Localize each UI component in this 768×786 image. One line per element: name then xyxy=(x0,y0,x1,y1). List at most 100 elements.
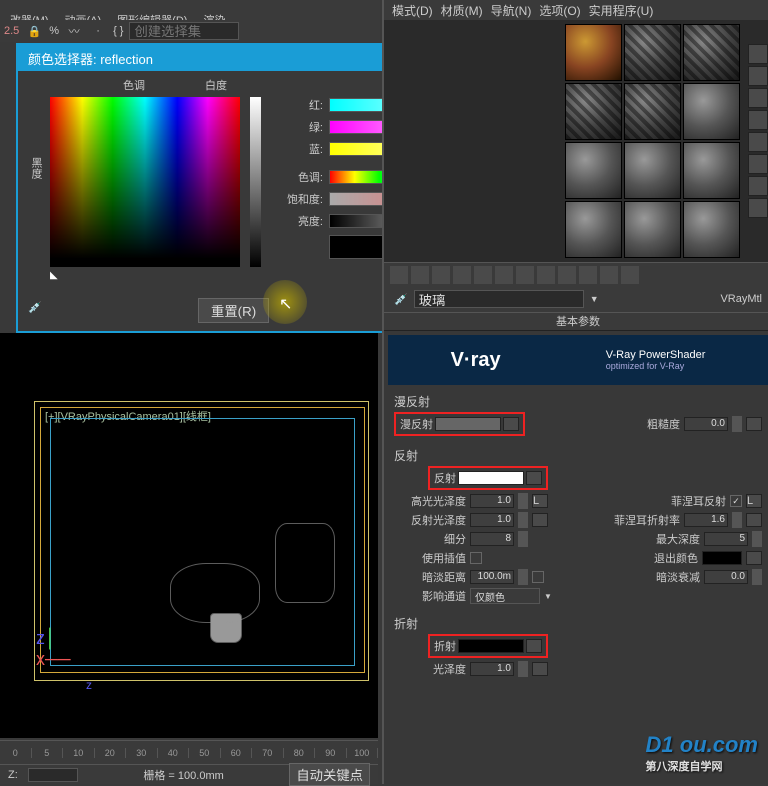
maxdepth-spinner[interactable] xyxy=(752,531,762,547)
exitcolor-map-button[interactable] xyxy=(746,551,762,565)
options-icon[interactable] xyxy=(748,176,768,196)
backlight-icon[interactable] xyxy=(748,66,768,86)
timeline-tick[interactable]: 20 xyxy=(95,748,127,758)
fresnel-ior-spinner[interactable] xyxy=(732,512,742,528)
put-to-lib-icon[interactable] xyxy=(516,266,534,284)
reflect-color-well[interactable] xyxy=(458,471,524,485)
timeline-tick[interactable]: 100 xyxy=(347,748,379,758)
make-preview-icon[interactable] xyxy=(748,154,768,174)
dimdist-input[interactable]: 100.0m xyxy=(470,570,514,584)
rglossy-map-button[interactable] xyxy=(532,513,548,527)
fresnel-ior-input[interactable]: 1.6 xyxy=(684,513,728,527)
menu-utilities[interactable]: 实用程序(U) xyxy=(589,2,654,19)
sample-type-icon[interactable] xyxy=(748,44,768,64)
timeline-tick[interactable]: 60 xyxy=(221,748,253,758)
timeline[interactable]: 0 5 10 20 30 40 50 60 70 80 90 100 xyxy=(0,740,378,764)
subdiv-input[interactable]: 8 xyxy=(470,532,514,546)
get-material-icon[interactable] xyxy=(390,266,408,284)
make-copy-icon[interactable] xyxy=(474,266,492,284)
material-name-input[interactable] xyxy=(414,290,584,308)
material-slot[interactable] xyxy=(624,142,681,199)
hue-field[interactable] xyxy=(50,97,240,267)
rglossy-input[interactable]: 1.0 xyxy=(470,513,514,527)
lock-icon[interactable]: 🔒 xyxy=(25,22,43,40)
material-slot[interactable] xyxy=(565,24,622,81)
axis-gizmo-icon[interactable]: z│x── xyxy=(36,628,71,670)
go-parent-icon[interactable] xyxy=(600,266,618,284)
rglossy-spinner[interactable] xyxy=(518,512,528,528)
refract-glossy-map-button[interactable] xyxy=(532,662,548,676)
refract-glossy-input[interactable]: 1.0 xyxy=(470,662,514,676)
reset-button[interactable]: 重置(R) xyxy=(198,298,269,323)
background-icon[interactable] xyxy=(748,88,768,108)
menu-navigate[interactable]: 导航(N) xyxy=(491,2,532,19)
hglossy-lock-button[interactable]: L xyxy=(532,494,548,508)
timeline-tick[interactable]: 50 xyxy=(189,748,221,758)
refract-glossy-spinner[interactable] xyxy=(518,661,528,677)
scene-object[interactable] xyxy=(275,523,335,603)
diffuse-color-well[interactable] xyxy=(435,417,501,431)
dimdist-checkbox[interactable] xyxy=(532,571,544,583)
exitcolor-well[interactable] xyxy=(702,551,742,565)
dimfall-input[interactable]: 0.0 xyxy=(704,570,748,584)
uv-tile-icon[interactable] xyxy=(748,110,768,130)
show-map-icon[interactable] xyxy=(558,266,576,284)
maxdepth-input[interactable]: 5 xyxy=(704,532,748,546)
menu-material[interactable]: 材质(M) xyxy=(441,2,483,19)
dimfall-spinner[interactable] xyxy=(752,569,762,585)
material-slot[interactable] xyxy=(565,83,622,140)
basic-params-header[interactable]: 基本参数 xyxy=(384,313,768,331)
hglossy-spinner[interactable] xyxy=(518,493,528,509)
viewport[interactable]: z [+][VRayPhysicalCamera01][线框] z│x── xyxy=(0,333,378,738)
timeline-tick[interactable]: 70 xyxy=(252,748,284,758)
material-slot[interactable] xyxy=(683,83,740,140)
timeline-tick[interactable]: 0 xyxy=(0,748,32,758)
dimdist-spinner[interactable] xyxy=(518,569,528,585)
material-slot[interactable] xyxy=(565,142,622,199)
roughness-input[interactable]: 0.0 xyxy=(684,417,728,431)
reflect-map-button[interactable] xyxy=(526,471,542,485)
timeline-tick[interactable]: 10 xyxy=(63,748,95,758)
video-check-icon[interactable] xyxy=(748,132,768,152)
timeline-tick[interactable]: 5 xyxy=(32,748,64,758)
timeline-tick[interactable]: 80 xyxy=(284,748,316,758)
material-slot[interactable] xyxy=(624,24,681,81)
put-to-scene-icon[interactable] xyxy=(411,266,429,284)
roughness-map-button[interactable] xyxy=(746,417,762,431)
refract-color-well[interactable] xyxy=(458,639,524,653)
reset-map-icon[interactable] xyxy=(453,266,471,284)
curve-icon[interactable]: 〰 xyxy=(65,22,83,40)
material-slot[interactable] xyxy=(683,142,740,199)
point-icon[interactable]: · xyxy=(89,22,107,40)
z-coord-input[interactable] xyxy=(28,768,78,782)
affect-channel-dropdown[interactable]: 仅颜色 xyxy=(470,588,540,604)
useinterp-checkbox[interactable] xyxy=(470,552,482,564)
whiteness-slider[interactable] xyxy=(250,97,261,267)
eyedropper-icon[interactable]: 💉 xyxy=(28,301,48,321)
fresnel-checkbox[interactable]: ✓ xyxy=(730,495,742,507)
assign-icon[interactable] xyxy=(432,266,450,284)
material-slot[interactable] xyxy=(565,201,622,258)
go-forward-icon[interactable] xyxy=(621,266,639,284)
selection-set-combo[interactable] xyxy=(129,22,239,40)
material-slot[interactable] xyxy=(624,201,681,258)
timeline-tick[interactable]: 40 xyxy=(158,748,190,758)
fresnel-lock-button[interactable]: L xyxy=(746,494,762,508)
make-unique-icon[interactable] xyxy=(495,266,513,284)
material-type-button[interactable]: VRayMtl xyxy=(720,293,762,305)
diffuse-map-button[interactable] xyxy=(503,417,519,431)
refract-map-button[interactable] xyxy=(526,639,542,653)
autokey-button[interactable]: 自动关键点 xyxy=(289,763,370,786)
timeline-tick[interactable]: 30 xyxy=(126,748,158,758)
fresnel-ior-map-button[interactable] xyxy=(746,513,762,527)
subdiv-spinner[interactable] xyxy=(518,531,528,547)
material-id-icon[interactable] xyxy=(537,266,555,284)
select-by-mat-icon[interactable] xyxy=(748,198,768,218)
material-slot[interactable] xyxy=(624,83,681,140)
material-slot[interactable] xyxy=(683,201,740,258)
material-slot[interactable] xyxy=(683,24,740,81)
menu-options[interactable]: 选项(O) xyxy=(539,2,580,19)
roughness-spinner[interactable] xyxy=(732,416,742,432)
scene-object[interactable] xyxy=(170,563,260,623)
show-end-icon[interactable] xyxy=(579,266,597,284)
